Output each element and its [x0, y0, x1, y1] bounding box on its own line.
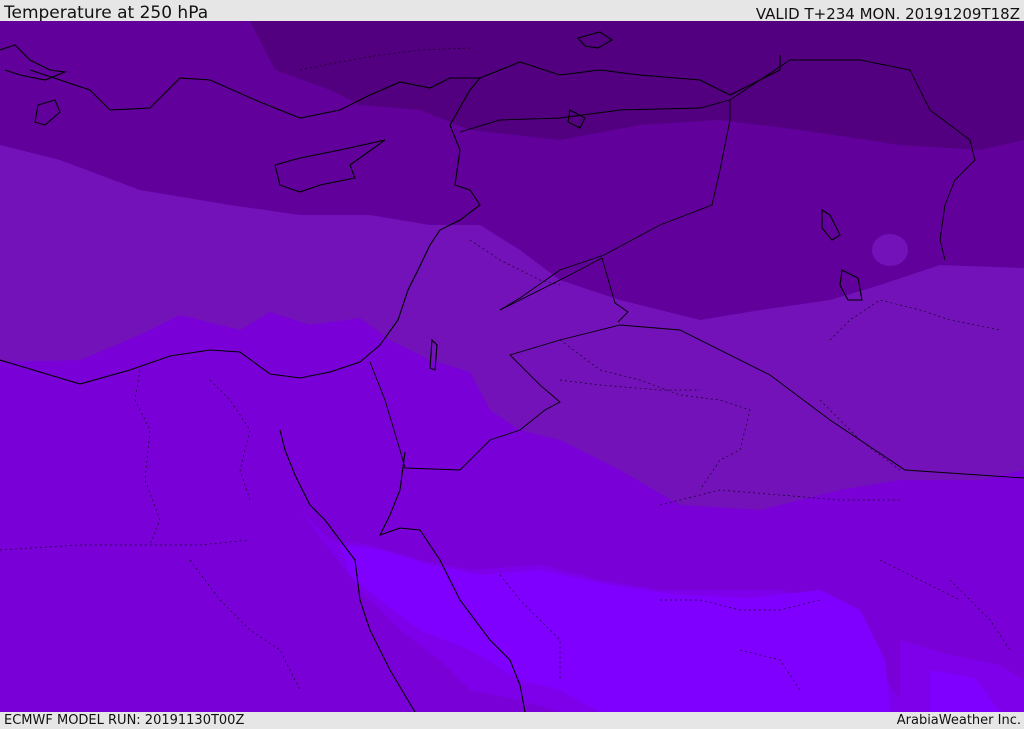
model-run: ECMWF MODEL RUN: 20191130T00Z [4, 713, 245, 728]
credit: ArabiaWeather Inc. [896, 713, 1021, 728]
map-title: Temperature at 250 hPa [4, 3, 209, 23]
temperature-map [0, 21, 1024, 712]
band-spot [872, 234, 908, 266]
map-area [0, 21, 1024, 712]
footer-bar: ECMWF MODEL RUN: 20191130T00Z ArabiaWeat… [0, 712, 1024, 729]
header-bar: Temperature at 250 hPa VALID T+234 MON. … [0, 0, 1024, 23]
